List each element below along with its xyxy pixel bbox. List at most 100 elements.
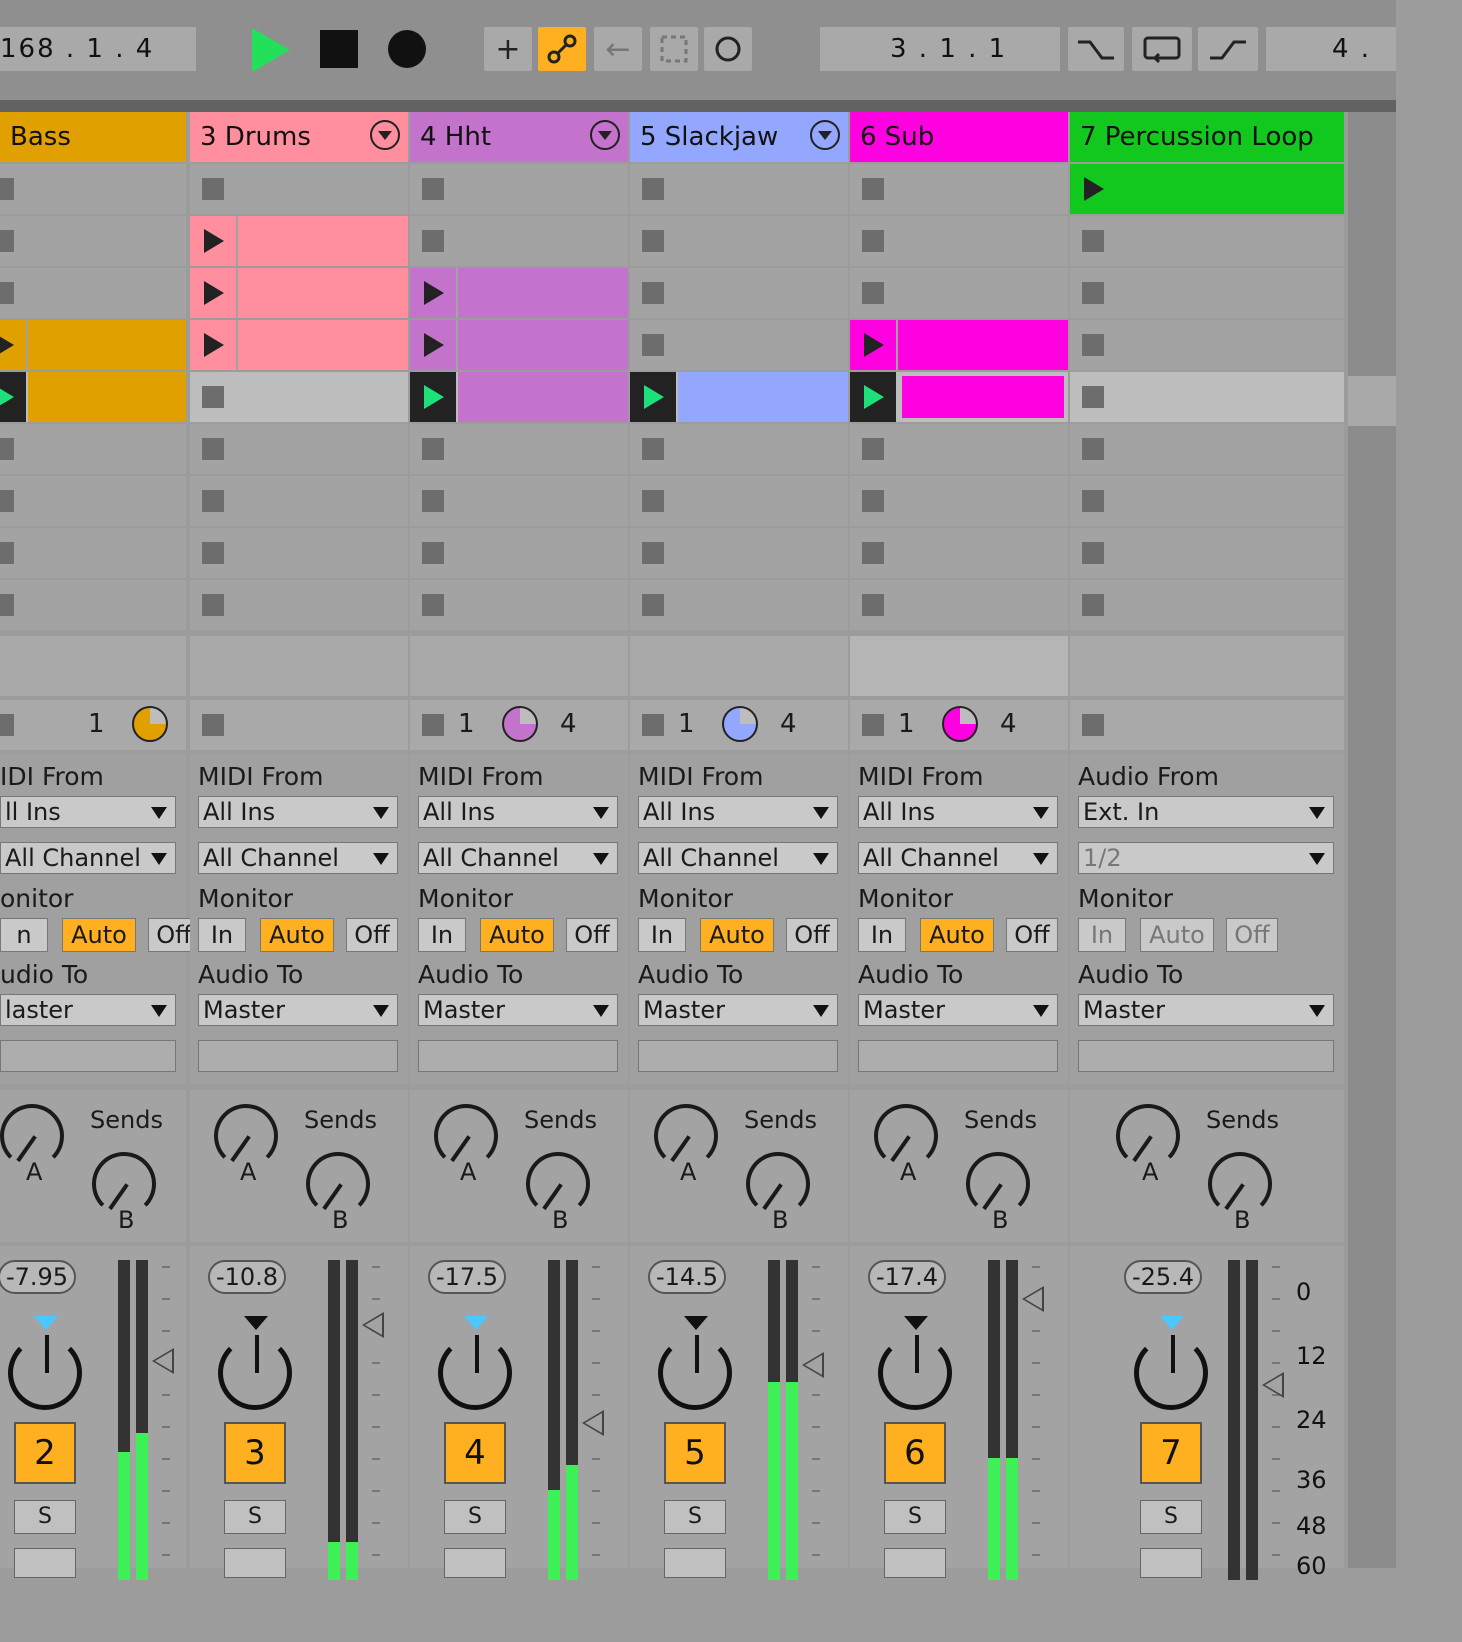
stop-slot-icon[interactable] — [862, 230, 884, 252]
track-activator-button[interactable]: 6 — [884, 1422, 946, 1484]
stop-button[interactable] — [320, 30, 358, 68]
clip-slot[interactable] — [410, 476, 628, 526]
clip-slot[interactable] — [850, 320, 1068, 370]
track-title-hht[interactable]: 4 Hht — [410, 112, 628, 162]
stop-slot-icon[interactable] — [0, 178, 14, 200]
clip-slot[interactable] — [850, 528, 1068, 578]
loop-switch-icon[interactable] — [1132, 27, 1192, 71]
pan-knob[interactable] — [218, 1335, 292, 1410]
stop-slot-icon[interactable] — [202, 542, 224, 564]
stop-slot-icon[interactable] — [1082, 594, 1104, 616]
monitor-in-button[interactable]: In — [198, 918, 246, 952]
stop-slot-icon[interactable] — [1082, 230, 1104, 252]
clip-slot[interactable] — [190, 268, 408, 318]
clip-slot[interactable] — [630, 580, 848, 630]
volume-fader[interactable] — [1262, 1372, 1284, 1398]
input-source-dropdown[interactable]: All Ins — [638, 796, 838, 828]
clip-slot[interactable] — [0, 372, 186, 422]
clip-slot[interactable] — [190, 528, 408, 578]
clip-play-icon[interactable] — [850, 372, 896, 422]
monitor-off-button[interactable]: Off — [1006, 918, 1058, 952]
stop-slot-icon[interactable] — [862, 282, 884, 304]
stop-all-clips-icon[interactable] — [422, 714, 444, 736]
stop-slot-icon[interactable] — [422, 542, 444, 564]
clip-slot[interactable] — [0, 424, 186, 474]
clip-slot[interactable] — [850, 164, 1068, 214]
stop-slot-icon[interactable] — [422, 594, 444, 616]
input-source-dropdown[interactable]: All Ins — [858, 796, 1058, 828]
stop-slot-icon[interactable] — [202, 386, 224, 408]
output-channel-field[interactable] — [858, 1040, 1058, 1072]
volume-field[interactable]: -7.95 — [0, 1260, 76, 1294]
stop-slot-icon[interactable] — [862, 490, 884, 512]
clip-slot[interactable] — [630, 268, 848, 318]
clip-slot[interactable] — [850, 580, 1068, 630]
arm-button[interactable] — [664, 1548, 726, 1578]
volume-fader[interactable] — [1022, 1286, 1044, 1312]
track-activator-button[interactable]: 7 — [1140, 1422, 1202, 1484]
clip-slot[interactable] — [630, 528, 848, 578]
automation-arm-icon[interactable] — [538, 27, 586, 71]
clip-play-icon[interactable] — [410, 372, 456, 422]
stop-slot-icon[interactable] — [862, 438, 884, 460]
clip-slot[interactable] — [1070, 424, 1344, 474]
stop-slot-icon[interactable] — [0, 490, 14, 512]
clip[interactable] — [238, 216, 408, 266]
volume-fader[interactable] — [582, 1410, 604, 1436]
session-record-icon[interactable] — [704, 27, 752, 71]
clip-slot[interactable] — [410, 216, 628, 266]
solo-button[interactable]: S — [444, 1500, 506, 1534]
clip-slot[interactable] — [410, 424, 628, 474]
input-channel-dropdown[interactable]: All Channel — [858, 842, 1058, 874]
clip-slot[interactable] — [0, 164, 186, 214]
output-dropdown[interactable]: Master — [858, 994, 1058, 1026]
solo-button[interactable]: S — [14, 1500, 76, 1534]
track-activator-button[interactable]: 5 — [664, 1422, 726, 1484]
clip-play-icon[interactable] — [190, 216, 236, 266]
monitor-auto-button[interactable]: Auto — [1140, 918, 1214, 952]
clip-slot[interactable] — [410, 164, 628, 214]
clip-slot[interactable] — [850, 268, 1068, 318]
monitor-auto-button[interactable]: Auto — [260, 918, 334, 952]
clip-slot[interactable] — [190, 320, 408, 370]
pan-knob[interactable] — [878, 1335, 952, 1410]
stop-slot-icon[interactable] — [1082, 386, 1104, 408]
clip[interactable] — [458, 372, 628, 422]
monitor-off-button[interactable]: Off — [566, 918, 618, 952]
input-source-dropdown[interactable]: All Ins — [198, 796, 398, 828]
stop-slot-icon[interactable] — [0, 282, 14, 304]
output-channel-field[interactable] — [1078, 1040, 1334, 1072]
clip[interactable] — [678, 372, 848, 422]
clip-slot[interactable] — [190, 164, 408, 214]
clip-slot-empty[interactable] — [850, 636, 1068, 696]
clip-slot[interactable] — [190, 216, 408, 266]
clip-slot[interactable] — [0, 216, 186, 266]
stop-slot-icon[interactable] — [0, 542, 14, 564]
volume-field[interactable]: -17.5 — [428, 1260, 506, 1294]
clip-slot-empty[interactable] — [190, 636, 408, 696]
clip-slot[interactable] — [410, 320, 628, 370]
clip-slot[interactable] — [1070, 268, 1344, 318]
track-title-drums[interactable]: 3 Drums — [190, 112, 408, 162]
clip-slot[interactable] — [1070, 372, 1344, 422]
clip-slot[interactable] — [410, 372, 628, 422]
clip-slot[interactable] — [190, 372, 408, 422]
stop-slot-icon[interactable] — [1082, 282, 1104, 304]
output-dropdown[interactable]: Master — [418, 994, 618, 1026]
track-activator-button[interactable]: 2 — [14, 1422, 76, 1484]
stop-all-clips-icon[interactable] — [202, 714, 224, 736]
output-dropdown[interactable]: Master — [638, 994, 838, 1026]
stop-slot-icon[interactable] — [1082, 438, 1104, 460]
output-dropdown[interactable]: laster — [0, 994, 176, 1026]
arm-button[interactable] — [224, 1548, 286, 1578]
solo-button[interactable]: S — [1140, 1500, 1202, 1534]
stop-all-clips-icon[interactable] — [862, 714, 884, 736]
monitor-off-button[interactable]: Off — [346, 918, 398, 952]
input-channel-dropdown[interactable]: All Channel — [638, 842, 838, 874]
output-channel-field[interactable] — [418, 1040, 618, 1072]
stop-slot-icon[interactable] — [862, 178, 884, 200]
clip-slot[interactable] — [1070, 528, 1344, 578]
input-source-dropdown[interactable]: ll Ins — [0, 796, 176, 828]
stop-slot-icon[interactable] — [422, 230, 444, 252]
stop-slot-icon[interactable] — [422, 178, 444, 200]
